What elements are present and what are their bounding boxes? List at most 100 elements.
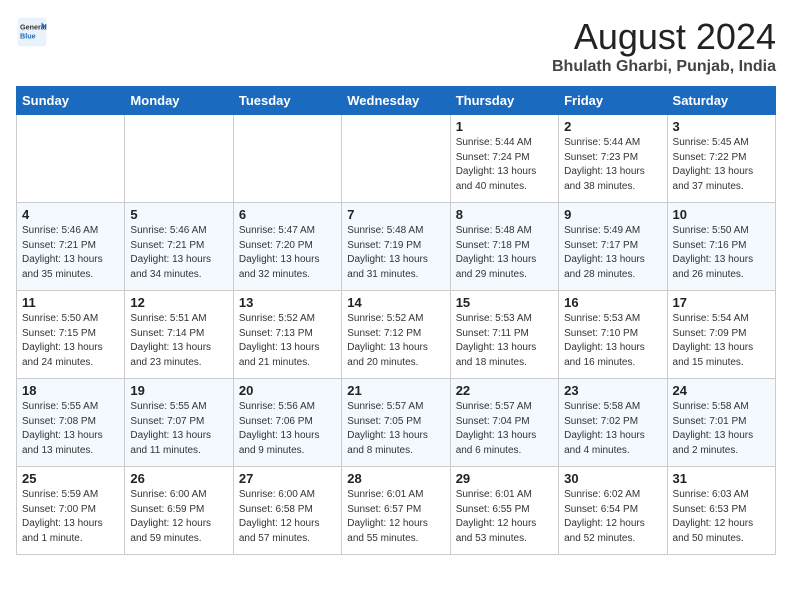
calendar-cell: 13 Sunrise: 5:52 AM Sunset: 7:13 PM Dayli… [233,291,341,379]
day-info: Sunrise: 5:58 AM Sunset: 7:02 PM Dayligh… [564,400,661,458]
day-number: 20 [239,383,336,398]
day-info: Sunrise: 5:47 AM Sunset: 7:20 PM Dayligh… [239,224,336,282]
day-info: Sunrise: 6:01 AM Sunset: 6:57 PM Dayligh… [347,488,444,546]
day-number: 10 [673,207,770,222]
calendar-table: SundayMondayTuesdayWednesdayThursdayFrid… [16,86,776,555]
calendar-cell: 9Sunrise: 5:49 AM Sunset: 7:17 PM Daylig… [559,203,667,291]
day-info: Sunrise: 5:52 AM Sunset: 7:13 PM Dayligh… [239,312,336,370]
logo-svg: General Blue [16,16,48,48]
day-info: Sunrise: 6:00 AM Sunset: 6:59 PM Dayligh… [130,488,227,546]
calendar-cell: 12 Sunrise: 5:51 AM Sunset: 7:14 PM Dayli… [125,291,233,379]
calendar-cell: 30 Sunrise: 6:02 AM Sunset: 6:54 PM Dayli… [559,467,667,555]
calendar-cell: 15Sunrise: 5:53 AM Sunset: 7:11 PM Dayli… [450,291,558,379]
day-header-wednesday: Wednesday [342,87,450,115]
day-info: Sunrise: 5:48 AM Sunset: 7:18 PM Dayligh… [456,224,553,282]
calendar-cell: 8 Sunrise: 5:48 AM Sunset: 7:18 PM Daylig… [450,203,558,291]
day-number: 23 [564,383,661,398]
day-header-saturday: Saturday [667,87,775,115]
day-info: Sunrise: 5:52 AM Sunset: 7:12 PM Dayligh… [347,312,444,370]
calendar-cell: 6 Sunrise: 5:47 AM Sunset: 7:20 PM Daylig… [233,203,341,291]
day-number: 18 [22,383,119,398]
svg-text:Blue: Blue [20,31,36,40]
day-info: Sunrise: 5:46 AM Sunset: 7:21 PM Dayligh… [130,224,227,282]
day-info: Sunrise: 5:51 AM Sunset: 7:14 PM Dayligh… [130,312,227,370]
day-info: Sunrise: 5:54 AM Sunset: 7:09 PM Dayligh… [673,312,770,370]
calendar-cell: 26Sunrise: 6:00 AM Sunset: 6:59 PM Dayli… [125,467,233,555]
calendar-cell: 11 Sunrise: 5:50 AM Sunset: 7:15 PM Dayli… [17,291,125,379]
calendar-cell: 29 Sunrise: 6:01 AM Sunset: 6:55 PM Dayli… [450,467,558,555]
header-row: SundayMondayTuesdayWednesdayThursdayFrid… [17,87,776,115]
calendar-cell: 24Sunrise: 5:58 AM Sunset: 7:01 PM Dayli… [667,379,775,467]
week-row-5: 25 Sunrise: 5:59 AM Sunset: 7:00 PM Dayli… [17,467,776,555]
day-number: 12 [130,295,227,310]
day-number: 30 [564,471,661,486]
calendar-cell: 19Sunrise: 5:55 AM Sunset: 7:07 PM Dayli… [125,379,233,467]
day-info: Sunrise: 5:59 AM Sunset: 7:00 PM Dayligh… [22,488,119,546]
day-info: Sunrise: 6:01 AM Sunset: 6:55 PM Dayligh… [456,488,553,546]
day-number: 2 [564,119,661,134]
day-info: Sunrise: 6:03 AM Sunset: 6:53 PM Dayligh… [673,488,770,546]
day-number: 7 [347,207,444,222]
calendar-cell: 17Sunrise: 5:54 AM Sunset: 7:09 PM Dayli… [667,291,775,379]
calendar-cell: 23 Sunrise: 5:58 AM Sunset: 7:02 PM Dayli… [559,379,667,467]
calendar-cell: 18Sunrise: 5:55 AM Sunset: 7:08 PM Dayli… [17,379,125,467]
calendar-cell: 1 Sunrise: 5:44 AM Sunset: 7:24 PM Daylig… [450,115,558,203]
day-number: 13 [239,295,336,310]
day-number: 29 [456,471,553,486]
calendar-cell: 10 Sunrise: 5:50 AM Sunset: 7:16 PM Dayli… [667,203,775,291]
calendar-cell: 16Sunrise: 5:53 AM Sunset: 7:10 PM Dayli… [559,291,667,379]
day-number: 25 [22,471,119,486]
day-info: Sunrise: 5:50 AM Sunset: 7:16 PM Dayligh… [673,224,770,282]
day-info: Sunrise: 5:53 AM Sunset: 7:10 PM Dayligh… [564,312,661,370]
day-number: 22 [456,383,553,398]
calendar-cell [17,115,125,203]
day-number: 28 [347,471,444,486]
day-number: 14 [347,295,444,310]
calendar-cell: 7 Sunrise: 5:48 AM Sunset: 7:19 PM Daylig… [342,203,450,291]
title-area: August 2024 Bhulath Gharbi, Punjab, Indi… [552,16,776,76]
day-number: 9 [564,207,661,222]
location-title: Bhulath Gharbi, Punjab, India [552,58,776,76]
day-number: 31 [673,471,770,486]
day-info: Sunrise: 5:50 AM Sunset: 7:15 PM Dayligh… [22,312,119,370]
day-header-friday: Friday [559,87,667,115]
day-number: 15 [456,295,553,310]
day-number: 4 [22,207,119,222]
week-row-2: 4 Sunrise: 5:46 AM Sunset: 7:21 PM Daylig… [17,203,776,291]
day-number: 21 [347,383,444,398]
calendar-cell: 21Sunrise: 5:57 AM Sunset: 7:05 PM Dayli… [342,379,450,467]
calendar-cell: 3Sunrise: 5:45 AM Sunset: 7:22 PM Daylig… [667,115,775,203]
calendar-cell: 2 Sunrise: 5:44 AM Sunset: 7:23 PM Daylig… [559,115,667,203]
week-row-1: 1 Sunrise: 5:44 AM Sunset: 7:24 PM Daylig… [17,115,776,203]
day-number: 8 [456,207,553,222]
day-info: Sunrise: 5:44 AM Sunset: 7:23 PM Dayligh… [564,136,661,194]
calendar-cell: 5Sunrise: 5:46 AM Sunset: 7:21 PM Daylig… [125,203,233,291]
calendar-cell [125,115,233,203]
calendar-cell: 27Sunrise: 6:00 AM Sunset: 6:58 PM Dayli… [233,467,341,555]
header: General Blue August 2024 Bhulath Gharbi,… [16,16,776,76]
calendar-cell: 31 Sunrise: 6:03 AM Sunset: 6:53 PM Dayli… [667,467,775,555]
day-info: Sunrise: 6:02 AM Sunset: 6:54 PM Dayligh… [564,488,661,546]
calendar-cell [342,115,450,203]
day-number: 6 [239,207,336,222]
day-info: Sunrise: 6:00 AM Sunset: 6:58 PM Dayligh… [239,488,336,546]
day-info: Sunrise: 5:45 AM Sunset: 7:22 PM Dayligh… [673,136,770,194]
calendar-cell: 22 Sunrise: 5:57 AM Sunset: 7:04 PM Dayli… [450,379,558,467]
calendar-cell: 14 Sunrise: 5:52 AM Sunset: 7:12 PM Dayli… [342,291,450,379]
day-info: Sunrise: 5:44 AM Sunset: 7:24 PM Dayligh… [456,136,553,194]
day-header-sunday: Sunday [17,87,125,115]
calendar-cell: 20 Sunrise: 5:56 AM Sunset: 7:06 PM Dayli… [233,379,341,467]
day-info: Sunrise: 5:48 AM Sunset: 7:19 PM Dayligh… [347,224,444,282]
day-number: 11 [22,295,119,310]
day-number: 1 [456,119,553,134]
week-row-4: 18Sunrise: 5:55 AM Sunset: 7:08 PM Dayli… [17,379,776,467]
day-header-monday: Monday [125,87,233,115]
day-number: 24 [673,383,770,398]
day-info: Sunrise: 5:46 AM Sunset: 7:21 PM Dayligh… [22,224,119,282]
day-info: Sunrise: 5:57 AM Sunset: 7:04 PM Dayligh… [456,400,553,458]
calendar-cell: 4 Sunrise: 5:46 AM Sunset: 7:21 PM Daylig… [17,203,125,291]
calendar-cell: 25 Sunrise: 5:59 AM Sunset: 7:00 PM Dayli… [17,467,125,555]
day-info: Sunrise: 5:56 AM Sunset: 7:06 PM Dayligh… [239,400,336,458]
day-header-tuesday: Tuesday [233,87,341,115]
calendar-cell: 28 Sunrise: 6:01 AM Sunset: 6:57 PM Dayli… [342,467,450,555]
